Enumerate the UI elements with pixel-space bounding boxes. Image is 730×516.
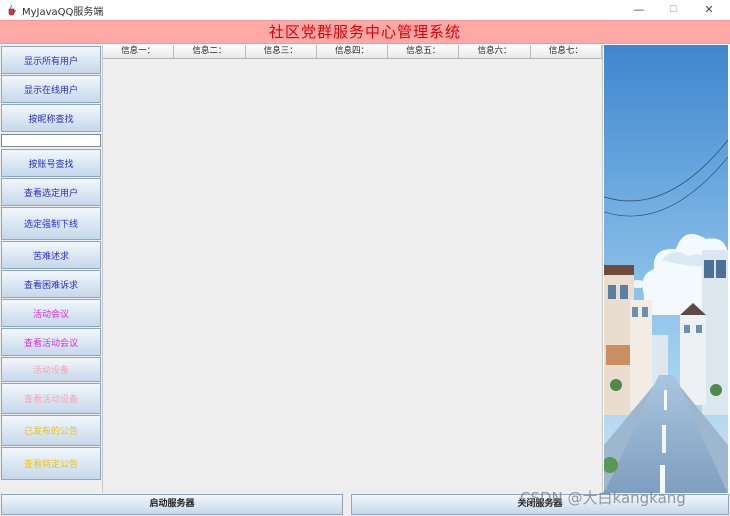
show-online-users-button[interactable]: 显示在线用户: [1, 75, 101, 103]
table-header: 信息一： 信息二： 信息三： 信息四： 信息五： 信息六： 信息七：: [103, 45, 602, 59]
force-offline-button[interactable]: 选定强制下线: [1, 207, 101, 240]
view-activity-meetings-button[interactable]: 查看活动会议: [1, 328, 101, 356]
view-hardship-requests-button[interactable]: 查看困难诉求: [1, 270, 101, 298]
user-table[interactable]: 信息一： 信息二： 信息三： 信息四： 信息五： 信息六： 信息七：: [102, 45, 603, 493]
decorative-street-image: [604, 45, 728, 493]
column-header[interactable]: 信息三：: [246, 45, 317, 58]
view-specific-notice-button[interactable]: 查看特定公告: [1, 447, 101, 480]
window-titlebar: MyJavaQQ服务端 — ☐ ✕: [0, 0, 730, 20]
column-header[interactable]: 信息七：: [531, 45, 602, 58]
show-all-users-button[interactable]: 显示所有用户: [1, 46, 101, 74]
start-server-button[interactable]: 启动服务器: [1, 494, 343, 515]
published-notices-button[interactable]: 已发布的公告: [1, 415, 101, 446]
hardship-request-button[interactable]: 苦难述求: [1, 241, 101, 269]
column-header[interactable]: 信息五：: [388, 45, 460, 58]
search-by-nickname-button[interactable]: 按昵称查找: [1, 104, 101, 132]
column-header[interactable]: 信息二：: [174, 45, 246, 58]
close-button[interactable]: ✕: [692, 0, 726, 20]
activity-equipment-button[interactable]: 活动设备: [1, 357, 101, 382]
column-header[interactable]: 信息四：: [317, 45, 389, 58]
watermark: CSDN @大白kangkang: [520, 489, 686, 507]
minimize-button[interactable]: —: [622, 0, 656, 20]
view-activity-equipment-button[interactable]: 查看活动设备: [1, 383, 101, 414]
maximize-button[interactable]: ☐: [656, 0, 690, 20]
column-header[interactable]: 信息一：: [103, 45, 175, 58]
search-input[interactable]: [1, 134, 101, 147]
app-banner-title: 社区党群服务中心管理系统: [0, 20, 730, 44]
activity-meeting-button[interactable]: 活动会议: [1, 299, 101, 327]
sidebar: 显示所有用户 显示在线用户 按昵称查找 按账号查找 查看选定用户 选定强制下线 …: [0, 45, 102, 493]
window-title: MyJavaQQ服务端: [22, 7, 104, 18]
view-selected-user-button[interactable]: 查看选定用户: [1, 178, 101, 206]
column-header[interactable]: 信息六：: [459, 45, 531, 58]
street-illustration: [604, 45, 728, 493]
search-by-account-button[interactable]: 按账号查找: [1, 149, 101, 177]
java-cup-icon: [8, 4, 16, 16]
